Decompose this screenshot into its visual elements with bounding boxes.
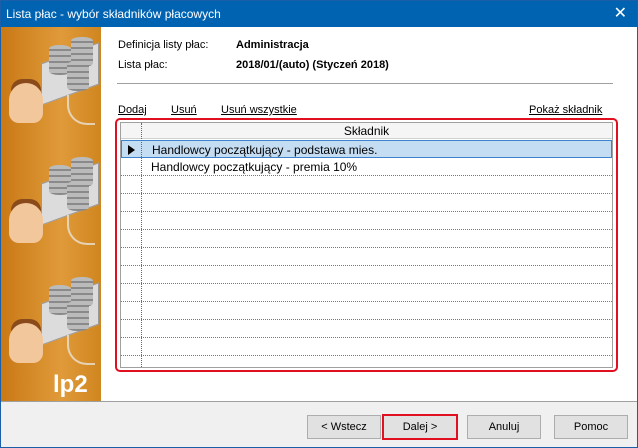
title-bar: Lista płac - wybór składników płacowych … [1, 1, 637, 27]
definition-value: Administracja [236, 39, 309, 51]
table-row[interactable]: Handlowcy początkujący - podstawa mies. [121, 140, 612, 158]
arrow-icon [67, 335, 95, 365]
empty-row [121, 230, 612, 248]
database-illustration [9, 151, 99, 251]
empty-row [121, 212, 612, 230]
empty-row [121, 248, 612, 266]
window-title: Lista płac - wybór składników płacowych [6, 7, 221, 21]
database-illustration [9, 31, 99, 131]
back-button[interactable]: < Wstecz [307, 415, 381, 439]
arrow-icon [67, 215, 95, 245]
definition-label: Definicja listy płac: [118, 39, 209, 51]
components-grid-highlight: Składnik Handlowcy początkujący - podsta… [115, 118, 618, 372]
empty-row [121, 176, 612, 194]
empty-row [121, 266, 612, 284]
empty-row [121, 284, 612, 302]
button-bar: < Wstecz Dalej > Anuluj Pomoc [1, 401, 637, 447]
logo: lp2 [53, 371, 88, 398]
add-link[interactable]: Dodaj [118, 104, 147, 116]
list-label: Lista płac: [118, 59, 168, 71]
empty-row [121, 320, 612, 338]
dialog-window: Lista płac - wybór składników płacowych … [0, 0, 638, 448]
cancel-button[interactable]: Anuluj [467, 415, 541, 439]
row-pointer-icon [128, 145, 135, 155]
show-component-link[interactable]: Pokaż składnik [529, 104, 602, 116]
table-row[interactable]: Handlowcy początkujący - premia 10% [121, 158, 612, 176]
separator [117, 83, 613, 84]
side-illustration: lp2 [1, 27, 101, 401]
column-header-component[interactable]: Składnik [121, 123, 612, 139]
indicator-column-divider [141, 123, 142, 367]
list-value: 2018/01/(auto) (Styczeń 2018) [236, 59, 389, 71]
empty-row [121, 338, 612, 356]
close-icon[interactable]: ✕ [614, 1, 627, 27]
database-illustration [9, 271, 99, 371]
help-button[interactable]: Pomoc [554, 415, 628, 439]
empty-row [121, 194, 612, 212]
remove-link[interactable]: Usuń [171, 104, 197, 116]
arrow-icon [67, 95, 95, 125]
components-grid[interactable]: Składnik Handlowcy początkujący - podsta… [120, 122, 613, 368]
remove-all-link[interactable]: Usuń wszystkie [221, 104, 297, 116]
empty-row [121, 302, 612, 320]
next-button[interactable]: Dalej > [382, 414, 458, 440]
